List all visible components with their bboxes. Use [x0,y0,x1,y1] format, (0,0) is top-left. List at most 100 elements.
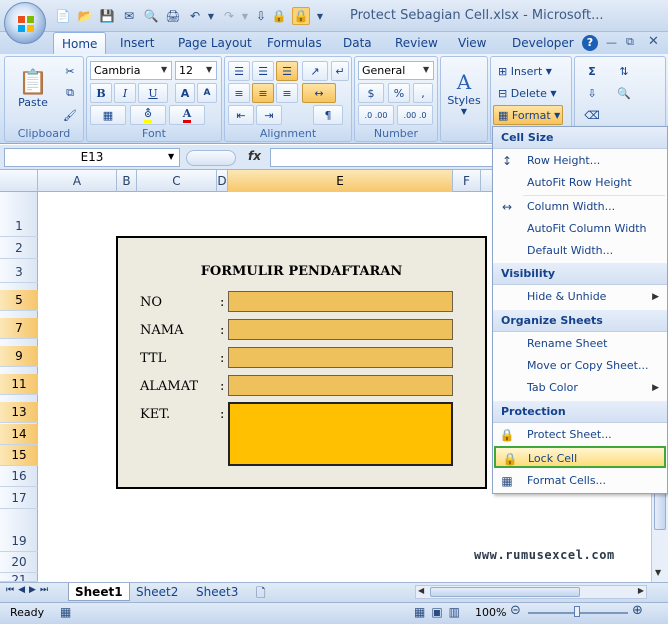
undo-dropdown-icon[interactable]: ▼ [206,7,216,25]
row-header[interactable]: 3 [0,262,38,283]
input-cell-no[interactable] [228,291,453,312]
font-name-dropdown-icon[interactable]: ▼ [161,65,167,74]
paragraph-icon[interactable]: ¶ [313,105,343,125]
font-size-dropdown-icon[interactable]: ▼ [206,65,212,74]
find-select-icon[interactable]: 🔍 [613,83,635,103]
menu-item-lock-cell[interactable]: 🔒 Lock Cell [494,446,666,468]
bold-button[interactable]: B [90,83,112,103]
shrink-font-button[interactable]: A [197,83,217,103]
scroll-right-icon[interactable]: ▶ [638,586,644,595]
input-cell-alamat[interactable] [228,375,453,396]
autosum-button[interactable]: Σ [578,61,606,81]
insert-function-icon[interactable]: fx [248,149,261,163]
wrap-text-icon[interactable]: ↵ [331,61,349,81]
format-painter-icon[interactable]: 🖌 [61,107,79,123]
tab-page-layout[interactable]: Page Layout [170,32,260,54]
format-cells-button[interactable]: ▦ Format ▼ [493,105,563,125]
menu-item-protect-sheet[interactable]: 🔒 Protect Sheet... [493,424,667,446]
customize-quick-access-icon[interactable]: ▼ [314,7,326,25]
horizontal-scrollbar[interactable]: ◀ ▶ [415,585,647,599]
tab-home[interactable]: Home [53,32,107,54]
merge-center-icon[interactable]: ↔ [302,83,336,103]
input-cell-ttl[interactable] [228,347,453,368]
save-icon[interactable]: 💾 [98,7,116,25]
row-header[interactable]: 2 [0,238,38,259]
redo-icon[interactable]: ↷ [220,7,238,25]
horizontal-scroll-thumb[interactable] [430,587,580,597]
column-header-f[interactable]: F [453,170,481,192]
column-header-e[interactable]: E [228,170,453,192]
undo-icon[interactable]: ↶ [186,7,204,25]
comma-button[interactable]: , [413,83,433,103]
column-header-c[interactable]: C [137,170,217,192]
zoom-level[interactable]: 100% [475,606,506,619]
underline-button[interactable]: U [138,83,168,103]
align-middle-icon[interactable]: ☰ [252,61,274,81]
row-header[interactable]: 20 [0,552,38,573]
row-header[interactable]: 11 [0,374,38,395]
row-header[interactable]: 14 [0,424,38,445]
row-header[interactable]: 5 [0,290,38,311]
tab-developer[interactable]: Developer [504,32,582,54]
sort-filter-icon[interactable]: ⇅ [613,61,635,81]
increase-indent-icon[interactable]: ⇥ [256,105,282,125]
fill-down-icon[interactable]: ⇩ [578,83,606,103]
percent-button[interactable]: % [388,83,410,103]
select-all-corner[interactable] [0,170,38,192]
minimize-ribbon-icon[interactable]: — [606,36,617,49]
borders-button[interactable]: ▦ [90,105,126,125]
copy-icon[interactable]: ⧉ [61,85,79,101]
tab-data[interactable]: Data [335,32,380,54]
menu-item-tab-color[interactable]: Tab Color ▶ [493,377,667,399]
row-header[interactable]: 17 [0,488,38,509]
name-box-dropdown-icon[interactable]: ▼ [168,152,174,161]
decrease-indent-icon[interactable]: ⇤ [228,105,254,125]
menu-item-row-height[interactable]: ↕ Row Height... [493,150,667,172]
insert-cells-button[interactable]: ⊞ Insert ▼ [493,61,567,81]
input-cell-nama[interactable] [228,319,453,340]
macro-record-icon[interactable]: ▦ [60,605,71,619]
tab-formulas[interactable]: Formulas [259,32,330,54]
number-format-dropdown-icon[interactable]: ▼ [423,65,429,74]
zoom-in-icon[interactable]: ⊕ [632,603,643,618]
restore-window-icon[interactable]: ⧉ [626,35,634,49]
font-color-button[interactable]: A [169,105,205,125]
decrease-decimal-button[interactable]: .00 .0 [397,105,433,125]
lock-cell-quick-icon[interactable]: 🔒 [292,7,310,25]
scroll-left-icon[interactable]: ◀ [418,586,424,595]
sheet-nav-arrows-icon[interactable]: ⏮◀▶⏭ [6,585,52,595]
sort-icon[interactable]: ⇩ [252,7,270,25]
row-header[interactable]: 7 [0,318,38,339]
view-mode-icons[interactable]: ▦▣▥ [414,605,466,619]
column-header-b[interactable]: B [117,170,137,192]
menu-item-rename-sheet[interactable]: Rename Sheet [493,333,667,355]
paste-button[interactable]: 📋 Paste [9,61,57,115]
column-header-a[interactable]: A [38,170,117,192]
sheet-tab-1[interactable]: Sheet1 [68,583,130,601]
fill-color-button[interactable]: ⛢ [130,105,166,125]
align-center-icon[interactable]: ≡ [252,83,274,103]
delete-cells-button[interactable]: ⊟ Delete ▼ [493,83,567,103]
scroll-down-icon[interactable]: ▼ [655,568,661,577]
tab-view[interactable]: View [450,32,494,54]
sheet-tab-2[interactable]: Sheet2 [130,583,184,601]
close-window-icon[interactable]: ✕ [648,34,659,49]
styles-button[interactable]: A Styles ▼ [445,61,483,125]
name-box[interactable]: E13 [4,148,180,167]
menu-item-format-cells[interactable]: ▦ Format Cells... [493,470,667,492]
menu-item-move-copy-sheet[interactable]: Move or Copy Sheet... [493,355,667,377]
align-top-icon[interactable]: ☰ [228,61,250,81]
tab-insert[interactable]: Insert [112,32,162,54]
align-bottom-icon[interactable]: ☰ [276,61,298,81]
zoom-slider-thumb[interactable] [574,606,580,617]
align-left-icon[interactable]: ≡ [228,83,250,103]
row-header[interactable]: 13 [0,402,38,423]
help-icon[interactable]: ? [582,35,598,51]
row-header[interactable]: 15 [0,445,38,466]
row-header[interactable]: 9 [0,346,38,367]
italic-button[interactable]: I [114,83,136,103]
menu-item-autofit-column[interactable]: AutoFit Column Width [493,218,667,240]
row-header[interactable]: 16 [0,466,38,487]
row-header[interactable]: 19 [0,531,38,552]
currency-button[interactable]: $ [358,83,384,103]
